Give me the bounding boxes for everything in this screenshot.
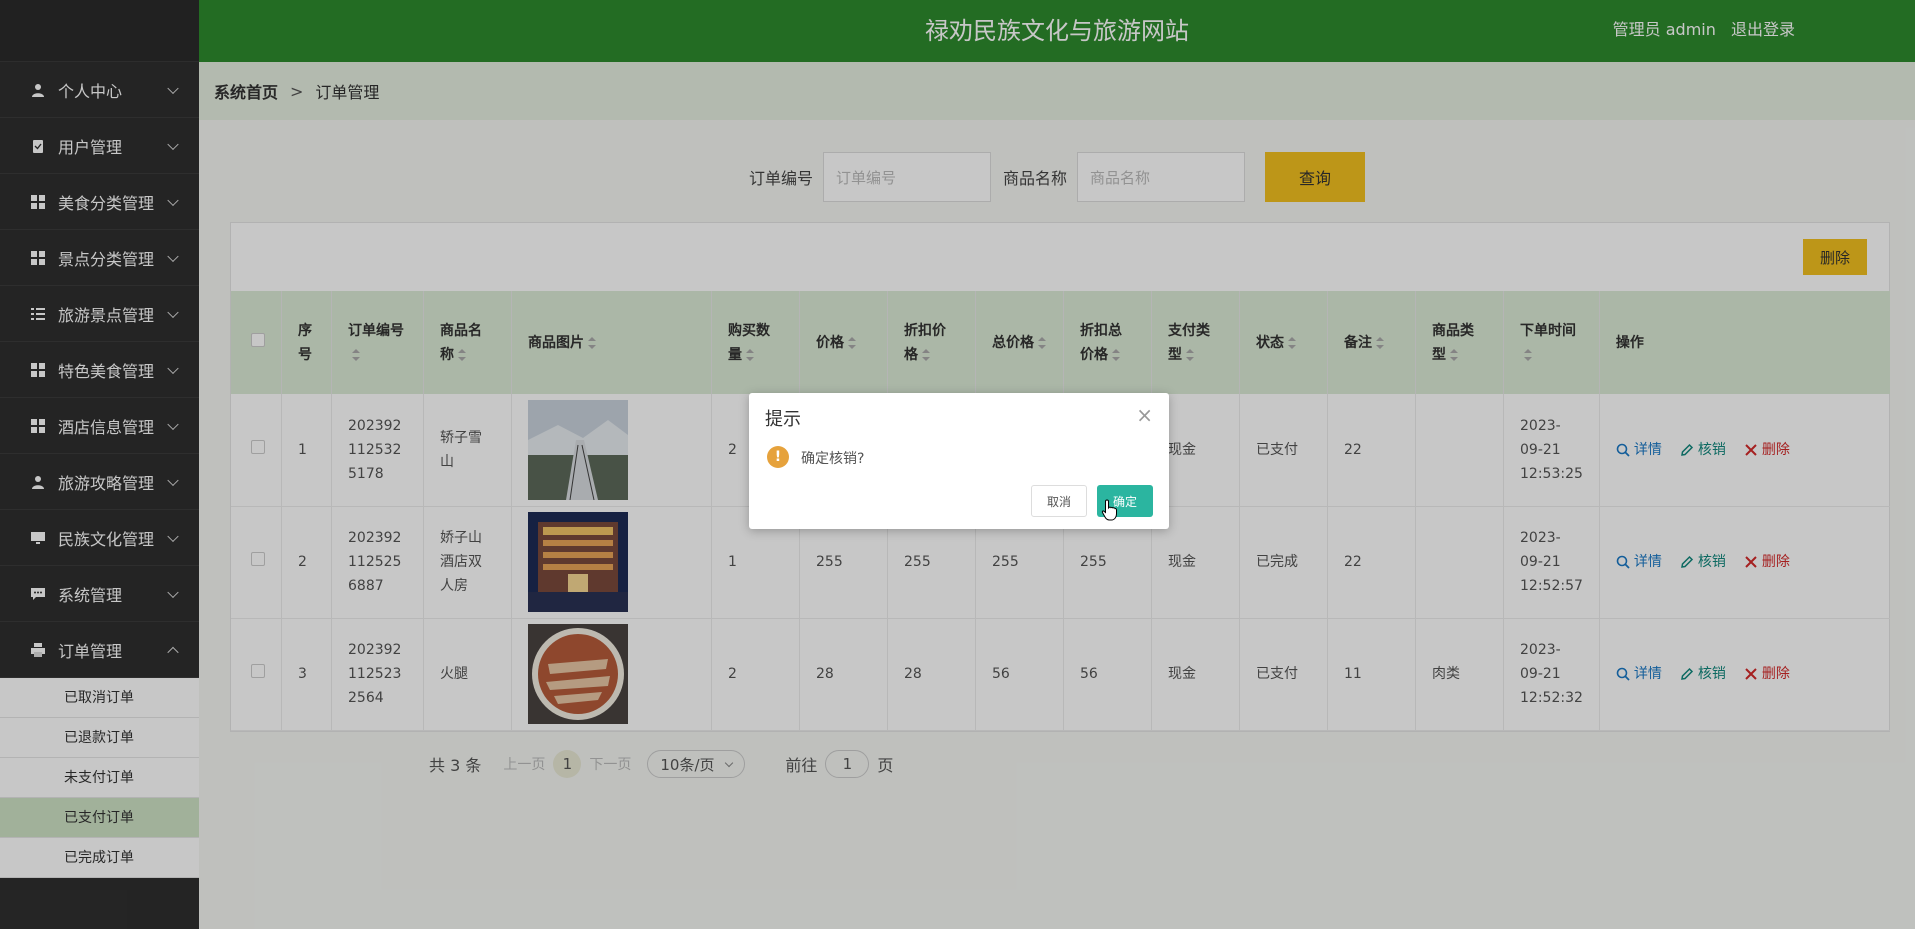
warning-icon: ! bbox=[767, 446, 789, 468]
cancel-button[interactable]: 取消 bbox=[1031, 485, 1087, 517]
dialog-title: 提示 bbox=[765, 409, 801, 430]
dialog-message: 确定核销? bbox=[801, 451, 865, 467]
hand-cursor-icon bbox=[1101, 499, 1117, 521]
close-icon[interactable]: × bbox=[1136, 405, 1153, 425]
